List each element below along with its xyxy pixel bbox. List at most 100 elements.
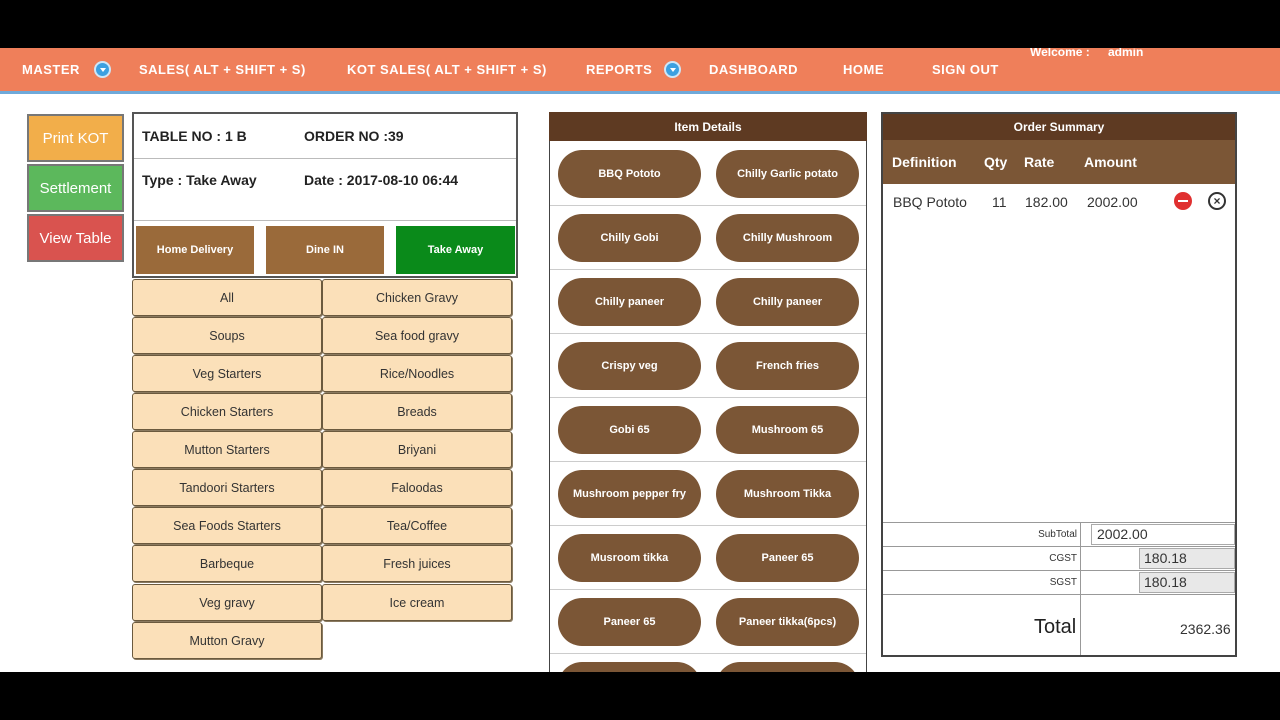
row-rate: 182.00 bbox=[1025, 194, 1068, 210]
summary-header: Order Summary Definition Qty Rate Amount bbox=[883, 114, 1235, 184]
divider bbox=[1080, 522, 1081, 655]
nav-sales[interactable]: SALES( ALT + SHIFT + S) bbox=[139, 62, 306, 77]
category-item[interactable]: Tea/Coffee bbox=[322, 507, 512, 544]
row-divider bbox=[550, 333, 866, 334]
category-item[interactable]: Veg gravy bbox=[132, 584, 322, 621]
subtotal-value: 2002.00 bbox=[1097, 526, 1148, 542]
category-item[interactable]: Mutton Starters bbox=[132, 431, 322, 468]
cgst-value: 180.18 bbox=[1144, 550, 1187, 566]
category-item[interactable]: Ice cream bbox=[322, 584, 512, 621]
pos-screen: MASTER SALES( ALT + SHIFT + S) KOT SALES… bbox=[0, 48, 1280, 672]
order-info-panel: TABLE NO : 1 B ORDER NO :39 Type : Take … bbox=[132, 112, 518, 278]
category-item[interactable]: Fresh juices bbox=[322, 545, 512, 582]
category-item[interactable]: Mutton Gravy bbox=[132, 622, 322, 659]
table-number: TABLE NO : 1 B bbox=[142, 128, 247, 144]
divider bbox=[883, 570, 1235, 571]
divider bbox=[883, 546, 1235, 547]
row-divider bbox=[550, 269, 866, 270]
menu-item-button[interactable]: Chilly Gobi bbox=[558, 214, 701, 262]
nav-dashboard[interactable]: DASHBOARD bbox=[709, 62, 798, 77]
take-away-button[interactable]: Take Away bbox=[396, 226, 515, 274]
item-grid: BBQ Pototo Chilly Garlic potato Chilly G… bbox=[549, 141, 867, 672]
menu-item-button[interactable]: Mushroom 65 bbox=[716, 406, 859, 454]
row-divider bbox=[550, 205, 866, 206]
category-item[interactable]: Breads bbox=[322, 393, 512, 430]
menu-item-button[interactable]: Musroom tikka bbox=[558, 534, 701, 582]
row-divider bbox=[550, 525, 866, 526]
menu-item-button[interactable] bbox=[558, 662, 701, 672]
order-summary-panel: Order Summary Definition Qty Rate Amount… bbox=[881, 112, 1237, 657]
category-item[interactable]: Barbeque bbox=[132, 545, 322, 582]
welcome-user: admin bbox=[1108, 48, 1144, 59]
menu-item-button[interactable]: Chilly paneer bbox=[558, 278, 701, 326]
category-item[interactable]: Rice/Noodles bbox=[322, 355, 512, 392]
menu-item-button[interactable]: Paneer tikka(6pcs) bbox=[716, 598, 859, 646]
settlement-button[interactable]: Settlement bbox=[27, 164, 124, 212]
row-amount: 2002.00 bbox=[1087, 194, 1138, 210]
category-item[interactable]: Sea Foods Starters bbox=[132, 507, 322, 544]
order-number: ORDER NO :39 bbox=[304, 128, 404, 144]
col-rate: Rate bbox=[1024, 154, 1055, 170]
category-item[interactable]: Sea food gravy bbox=[322, 317, 512, 354]
category-item[interactable]: Faloodas bbox=[322, 469, 512, 506]
master-dropdown-icon[interactable] bbox=[94, 61, 111, 78]
cgst-label: CGST bbox=[1049, 553, 1077, 564]
remove-item-icon[interactable]: × bbox=[1208, 192, 1226, 210]
category-item[interactable]: Chicken Gravy bbox=[322, 279, 512, 316]
menu-item-button[interactable] bbox=[716, 662, 859, 672]
nav-kot-sales[interactable]: KOT SALES( ALT + SHIFT + S) bbox=[347, 62, 547, 77]
menu-item-button[interactable]: Chilly Garlic potato bbox=[716, 150, 859, 198]
nav-sign-out[interactable]: SIGN OUT bbox=[932, 62, 999, 77]
col-definition: Definition bbox=[892, 154, 957, 170]
menu-item-button[interactable]: Chilly Mushroom bbox=[716, 214, 859, 262]
menu-item-button[interactable]: Mushroom Tikka bbox=[716, 470, 859, 518]
welcome-label: Welcome : bbox=[1030, 48, 1090, 59]
menu-item-button[interactable]: Crispy veg bbox=[558, 342, 701, 390]
row-qty: 11 bbox=[992, 194, 1007, 210]
menu-item-button[interactable]: Paneer 65 bbox=[558, 598, 701, 646]
col-amount: Amount bbox=[1084, 154, 1137, 170]
reports-dropdown-icon[interactable] bbox=[664, 61, 681, 78]
total-value: 2362.36 bbox=[1180, 621, 1231, 637]
category-item[interactable]: Soups bbox=[132, 317, 322, 354]
category-item[interactable]: Briyani bbox=[322, 431, 512, 468]
menu-item-button[interactable]: Paneer 65 bbox=[716, 534, 859, 582]
row-definition: BBQ Pototo bbox=[893, 194, 967, 210]
cgst-field: 180.18 bbox=[1139, 548, 1235, 569]
summary-title: Order Summary bbox=[883, 114, 1235, 140]
divider bbox=[134, 158, 516, 159]
row-divider bbox=[550, 653, 866, 654]
row-divider bbox=[550, 589, 866, 590]
dine-in-button[interactable]: Dine IN bbox=[266, 226, 384, 274]
order-type: Type : Take Away bbox=[142, 172, 257, 188]
home-delivery-button[interactable]: Home Delivery bbox=[136, 226, 254, 274]
divider bbox=[883, 594, 1235, 595]
divider bbox=[134, 220, 516, 221]
divider bbox=[883, 522, 1235, 523]
view-table-button[interactable]: View Table bbox=[27, 214, 124, 262]
col-qty: Qty bbox=[984, 154, 1008, 170]
subtotal-label: SubTotal bbox=[1038, 529, 1077, 540]
total-label: Total bbox=[1034, 616, 1077, 638]
category-item[interactable]: Veg Starters bbox=[132, 355, 322, 392]
order-date: Date : 2017-08-10 06:44 bbox=[304, 172, 459, 188]
sgst-value: 180.18 bbox=[1144, 574, 1187, 590]
menu-item-button[interactable]: Chilly paneer bbox=[716, 278, 859, 326]
top-nav-bar: MASTER SALES( ALT + SHIFT + S) KOT SALES… bbox=[0, 48, 1280, 94]
category-item[interactable]: Tandoori Starters bbox=[132, 469, 322, 506]
menu-item-button[interactable]: Mushroom pepper fry bbox=[558, 470, 701, 518]
menu-item-button[interactable]: BBQ Pototo bbox=[558, 150, 701, 198]
nav-reports[interactable]: REPORTS bbox=[586, 62, 652, 77]
menu-item-button[interactable]: Gobi 65 bbox=[558, 406, 701, 454]
nav-home[interactable]: HOME bbox=[843, 62, 884, 77]
print-kot-button[interactable]: Print KOT bbox=[27, 114, 124, 162]
sgst-label: SGST bbox=[1049, 577, 1077, 588]
nav-master[interactable]: MASTER bbox=[22, 62, 80, 77]
decrease-qty-icon[interactable] bbox=[1174, 192, 1192, 210]
subtotal-field: 2002.00 bbox=[1091, 524, 1235, 545]
category-item[interactable]: Chicken Starters bbox=[132, 393, 322, 430]
menu-item-button[interactable]: French fries bbox=[716, 342, 859, 390]
row-divider bbox=[550, 397, 866, 398]
category-item[interactable]: All bbox=[132, 279, 322, 316]
row-divider bbox=[550, 461, 866, 462]
